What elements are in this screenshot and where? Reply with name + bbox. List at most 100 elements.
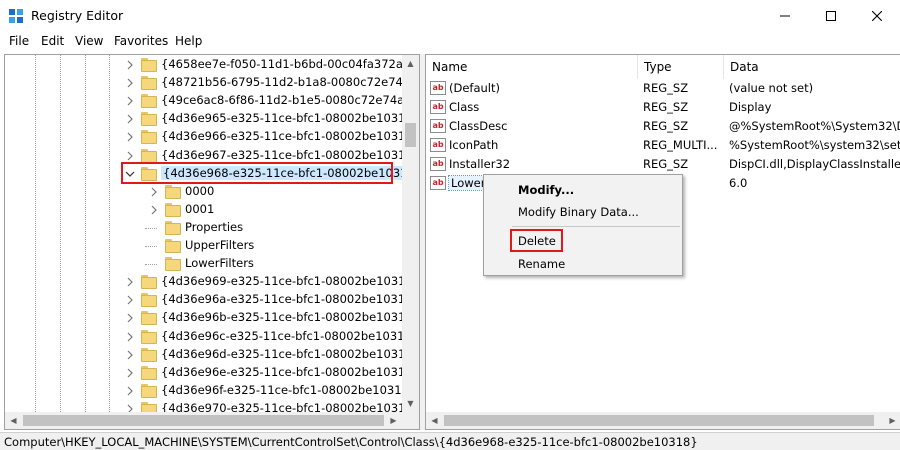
menu-edit[interactable]: Edit [41,34,64,48]
tree-key[interactable]: {49ce6ac8-6f86-11d2-b1e5-0080c72e74a2} [5,92,419,110]
tree-key[interactable]: {4d36e96a-e325-11ce-bfc1-08002be10318} [5,291,419,309]
chevron-right-icon[interactable] [149,187,159,197]
tree-key-label: {4d36e965-e325-11ce-bfc1-08002be10318} [161,111,420,126]
tree-key-label: {4d36e96d-e325-11ce-bfc1-08002be10318} [161,346,420,361]
minimize-button[interactable] [762,0,808,32]
scroll-right-icon[interactable]: ▶ [385,412,402,429]
status-bar: Computer\HKEY_LOCAL_MACHINE\SYSTEM\Curre… [0,432,900,450]
chevron-right-icon[interactable] [125,60,135,70]
scroll-right-icon[interactable]: ▶ [884,412,900,429]
column-header-data[interactable]: Data [724,55,900,79]
chevron-right-icon[interactable] [125,368,135,378]
chevron-right-icon[interactable] [125,295,135,305]
string-value-icon: ab [430,157,446,171]
scroll-thumb[interactable] [405,123,416,147]
menu-file[interactable]: File [9,34,29,48]
value-name: (Default) [449,81,500,95]
value-data: @%SystemRoot%\System32\Disp [729,119,900,133]
tree-horizontal-scrollbar[interactable]: ◀ ▶ [5,412,419,429]
menu-item-rename[interactable]: Rename [518,257,565,271]
folder-icon [141,383,157,398]
chevron-right-icon[interactable] [125,114,135,124]
folder-icon [165,202,181,217]
scroll-down-icon[interactable]: ▼ [402,395,419,412]
scroll-thumb[interactable] [444,415,874,426]
list-horizontal-scrollbar[interactable]: ◀ ▶ [426,412,900,429]
scroll-up-icon[interactable]: ▲ [402,55,419,72]
chevron-right-icon[interactable] [125,78,135,88]
tree-subkey[interactable]: UpperFilters [5,237,403,255]
menu-view[interactable]: View [75,34,103,48]
window-title: Registry Editor [31,8,124,23]
folder-icon [141,329,157,344]
value-row[interactable]: ab Class REG_SZ Display [426,98,900,117]
tree-subkey[interactable]: 0001 [5,201,403,219]
value-row[interactable]: ab Installer32 REG_SZ DispCI.dll,DisplayCla… [426,155,900,174]
tree-key-label: 0000 [185,183,215,198]
folder-icon [141,94,157,109]
folder-icon [141,275,157,290]
tree-key[interactable]: {4d36e96e-e325-11ce-bfc1-08002be10318} [5,364,419,382]
tree-key[interactable]: {4d36e96d-e325-11ce-bfc1-08002be10318} [5,346,419,364]
value-data: 6.0 [729,176,748,190]
tree-key[interactable]: {4658ee7e-f050-11d1-b6bd-00c04fa372a7} [5,56,418,74]
tree-key[interactable]: {4d36e965-e325-11ce-bfc1-08002be10318} [5,110,419,128]
value-row[interactable]: ab (Default) REG_SZ (value not set) [426,79,900,98]
menu-bar: File Edit View Favorites Help [0,32,900,52]
menu-separator [512,226,680,227]
tree-key[interactable]: {4d36e966-e325-11ce-bfc1-08002be10318} [5,128,419,146]
tree-key-label: 0001 [185,201,215,216]
value-row[interactable]: ab ClassDesc REG_SZ @%SystemRoot%\System32\… [426,117,900,136]
chevron-right-icon[interactable] [125,132,135,142]
menu-help[interactable]: Help [175,34,202,48]
folder-icon [141,347,157,362]
menu-favorites[interactable]: Favorites [114,34,168,48]
chevron-right-icon[interactable] [125,277,135,287]
menu-item-modify[interactable]: Modify... [518,183,574,197]
menu-item-modify-binary[interactable]: Modify Binary Data... [518,205,639,219]
tree-subkey[interactable]: Properties [5,219,403,237]
close-icon [872,11,882,21]
value-row[interactable]: ab IconPath REG_MULTI... %SystemRoot%\syste… [426,136,900,155]
highlight-box [121,162,393,184]
scroll-thumb[interactable] [23,415,384,426]
value-name: Class [449,100,480,114]
scroll-left-icon[interactable]: ◀ [426,412,443,429]
tree-key[interactable]: {4d36e96c-e325-11ce-bfc1-08002be10318} [5,328,419,346]
maximize-button[interactable] [808,0,854,32]
value-name: ClassDesc [449,119,508,133]
title-bar: Registry Editor [0,0,900,32]
tree-key[interactable]: {4d36e96b-e325-11ce-bfc1-08002be10318} [5,309,419,327]
registry-editor-icon [9,9,23,23]
tree-guide-line [145,227,157,229]
value-data: DispCI.dll,DisplayClassInstaller [729,157,900,171]
column-header-type[interactable]: Type [638,55,724,79]
tree-key-label: {4658ee7e-f050-11d1-b6bd-00c04fa372a7} [161,57,418,71]
tree-key[interactable]: {48721b56-6795-11d2-b1a8-0080c72e74a2} [5,74,419,92]
maximize-icon [826,11,836,21]
value-type: REG_SZ [643,100,689,114]
value-type: REG_SZ [643,157,689,171]
tree-key-label: {4d36e96f-e325-11ce-bfc1-08002be10318} [161,382,417,397]
tree-key[interactable]: {4d36e969-e325-11ce-bfc1-08002be10318} [5,273,419,291]
chevron-right-icon[interactable] [125,350,135,360]
tree-vertical-scrollbar[interactable]: ▲ ▼ [402,55,419,412]
scroll-left-icon[interactable]: ◀ [5,412,22,429]
chevron-right-icon[interactable] [125,96,135,106]
tree-key-label: {4d36e966-e325-11ce-bfc1-08002be10318} [161,129,420,144]
tree-key-label: UpperFilters [185,238,255,252]
close-button[interactable] [854,0,900,32]
folder-icon [141,293,157,308]
chevron-right-icon[interactable] [149,205,159,215]
chevron-right-icon[interactable] [125,386,135,396]
tree-subkey[interactable]: 0000 [5,183,403,201]
value-name: Installer32 [449,157,511,171]
key-tree-pane[interactable]: {4658ee7e-f050-11d1-b6bd-00c04fa372a7} {4… [4,54,420,430]
tree-key[interactable]: {4d36e96f-e325-11ce-bfc1-08002be10318} [5,382,416,400]
chevron-right-icon[interactable] [125,313,135,323]
tree-subkey[interactable]: LowerFilters [5,255,403,273]
column-header-name[interactable]: Name [426,55,638,79]
chevron-right-icon[interactable] [125,332,135,342]
chevron-right-icon[interactable] [125,151,135,161]
folder-icon [141,148,157,163]
